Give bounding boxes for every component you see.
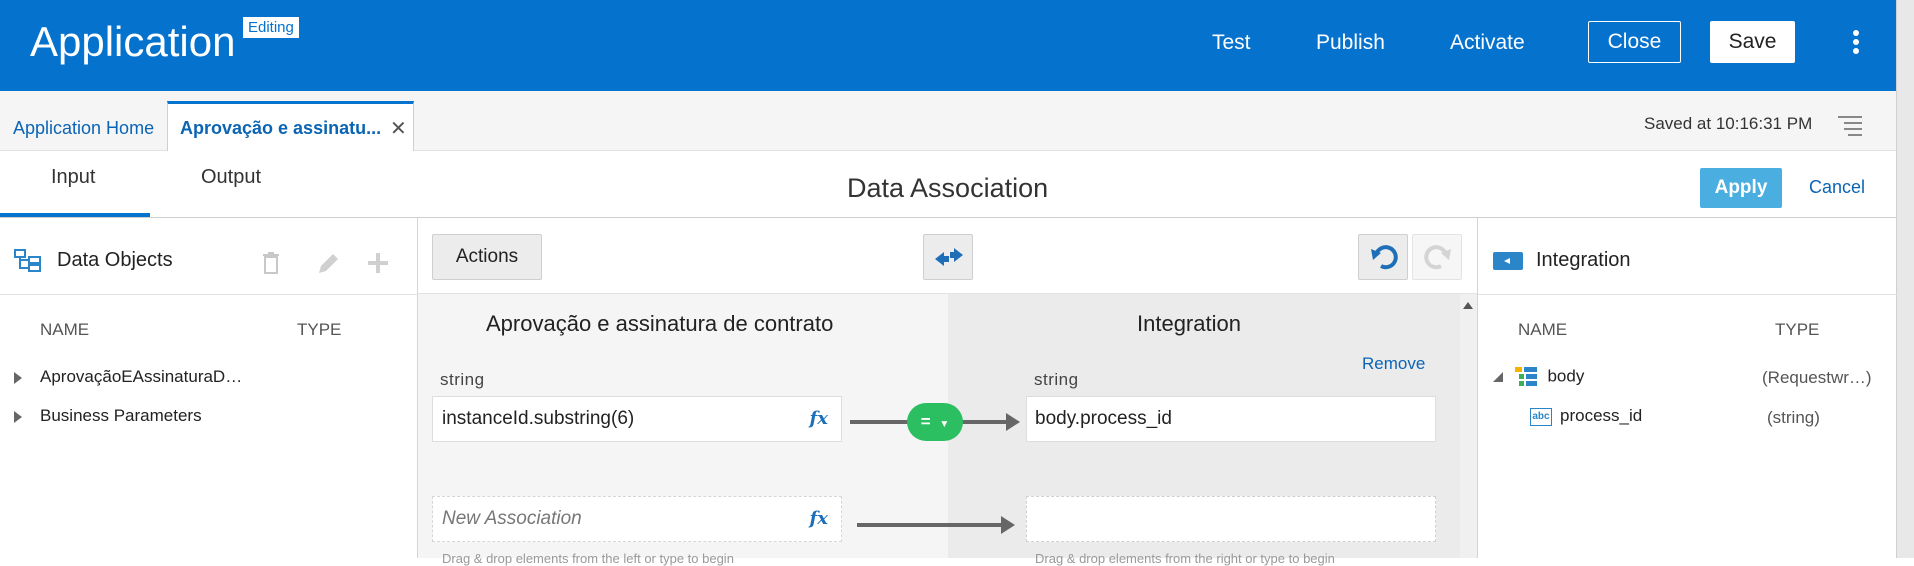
integration-panel: Integration NAME TYPE body (Requestwr…) … <box>1477 218 1897 558</box>
type-column-header: TYPE <box>1775 320 1820 339</box>
delete-icon[interactable] <box>262 252 280 274</box>
tree-item-label: process_id <box>1560 406 1643 425</box>
publish-button[interactable]: Publish <box>1316 31 1385 55</box>
target-expression-value: body.process_id <box>1035 408 1172 429</box>
tree-item-label: AprovaçãoEAssinaturaD… <box>40 367 243 386</box>
undo-button[interactable] <box>1358 234 1408 280</box>
edit-icon[interactable] <box>316 252 340 276</box>
tab-output[interactable]: Output <box>201 166 261 189</box>
expand-caret-icon[interactable] <box>14 371 22 384</box>
selected-tab-indicator <box>0 213 150 217</box>
source-type-label: string <box>440 370 485 389</box>
structure-icon <box>1514 367 1537 386</box>
tree-item-business-parameters[interactable]: Business Parameters <box>14 406 202 426</box>
integration-icon <box>1493 252 1523 270</box>
tree-item-process-id[interactable]: abc process_id <box>1530 406 1642 426</box>
tree-item-label: Business Parameters <box>40 406 202 425</box>
remove-mapping-link[interactable]: Remove <box>1362 354 1425 374</box>
actions-button[interactable]: Actions <box>432 234 542 280</box>
tree-item-body[interactable]: body <box>1492 366 1584 388</box>
close-tab-icon[interactable]: ✕ <box>390 116 407 141</box>
redo-button[interactable] <box>1412 234 1462 280</box>
name-column-header: NAME <box>1518 320 1568 339</box>
mapping-arrow-head <box>1006 413 1020 431</box>
new-association-arrow <box>857 523 1005 527</box>
data-objects-icon <box>14 249 41 272</box>
expression-builder-icon[interactable]: fx <box>810 497 828 541</box>
integration-title: Integration <box>1536 249 1631 271</box>
mapping-toolbar: Actions <box>418 218 1477 294</box>
redo-icon <box>1424 245 1451 270</box>
tab-aprovacao[interactable]: Aprovação e assinatu... ✕ <box>167 101 414 152</box>
save-button[interactable]: Save <box>1710 21 1795 63</box>
expanded-caret-icon[interactable] <box>1492 371 1504 383</box>
new-target-field[interactable] <box>1026 496 1436 542</box>
cancel-button[interactable]: Cancel <box>1809 177 1865 198</box>
string-type-icon: abc <box>1530 407 1552 426</box>
editing-badge: Editing <box>243 17 299 38</box>
activate-button[interactable]: Activate <box>1450 31 1525 55</box>
source-expression-value: instanceId.substring(6) <box>442 408 635 429</box>
data-objects-panel: Data Objects NAME TYPE AprovaçãoEAssinat… <box>0 218 418 558</box>
sub-header: Input Output Data Association Apply Canc… <box>0 151 1896 218</box>
chevron-down-icon: ▼ <box>939 419 950 430</box>
collapse-panels-button[interactable] <box>923 234 973 280</box>
tab-application-home[interactable]: Application Home <box>13 118 154 139</box>
new-association-field[interactable]: New Association fx <box>432 496 842 542</box>
page-scrollbar[interactable] <box>1896 0 1914 558</box>
type-column-header: TYPE <box>297 320 342 339</box>
app-header: Application Editing Test Publish Activat… <box>0 0 1896 91</box>
source-drop-hint: Drag & drop elements from the left or ty… <box>442 551 734 566</box>
tab-strip: Application Home Aprovação e assinatu...… <box>0 91 1896 152</box>
tab-input[interactable]: Input <box>51 166 95 189</box>
apply-button[interactable]: Apply <box>1700 168 1782 208</box>
data-objects-title: Data Objects <box>57 249 173 271</box>
add-icon[interactable] <box>367 252 389 274</box>
tab-aprovacao-label: Aprovação e assinatu... <box>180 118 382 138</box>
tree-item-type: (Requestwr…) <box>1762 368 1872 387</box>
tree-item-type: (string) <box>1767 408 1820 427</box>
source-title: Aprovação e assinatura de contrato <box>486 311 834 336</box>
target-drop-hint: Drag & drop elements from the right or t… <box>1035 551 1335 566</box>
undo-icon <box>1371 245 1398 270</box>
operator-dropdown[interactable]: = ▼ <box>907 403 963 441</box>
new-association-placeholder: New Association <box>442 508 582 529</box>
tree-item-aprovacao[interactable]: AprovaçãoEAssinaturaD… <box>14 367 242 387</box>
source-expression-field[interactable]: instanceId.substring(6) fx <box>432 396 842 442</box>
mapping-editor: Actions Aprovação e assinatura de contra… <box>418 218 1477 566</box>
scroll-up-icon[interactable] <box>1463 302 1473 309</box>
target-type-label: string <box>1034 370 1079 389</box>
mapping-scrollbar[interactable] <box>1460 294 1477 558</box>
more-options-icon[interactable] <box>1850 30 1862 58</box>
expression-builder-icon[interactable]: fx <box>810 397 828 441</box>
expand-caret-icon[interactable] <box>14 410 22 423</box>
target-title: Integration <box>1137 311 1241 336</box>
close-button[interactable]: Close <box>1588 21 1681 63</box>
name-column-header: NAME <box>40 320 90 339</box>
new-association-arrow-head <box>1001 516 1015 534</box>
test-button[interactable]: Test <box>1212 31 1251 55</box>
app-title: Application <box>30 18 236 65</box>
operator-label: = <box>920 412 931 431</box>
menu-list-icon[interactable] <box>1838 116 1862 136</box>
tree-item-label: body <box>1547 366 1585 386</box>
panel-divider <box>0 294 418 295</box>
saved-status: Saved at 10:16:31 PM <box>1644 114 1813 133</box>
target-expression-field[interactable]: body.process_id <box>1026 396 1436 442</box>
collapse-arrows-icon <box>935 248 963 266</box>
page-title: Data Association <box>847 173 1049 203</box>
panel-divider <box>1478 294 1897 295</box>
